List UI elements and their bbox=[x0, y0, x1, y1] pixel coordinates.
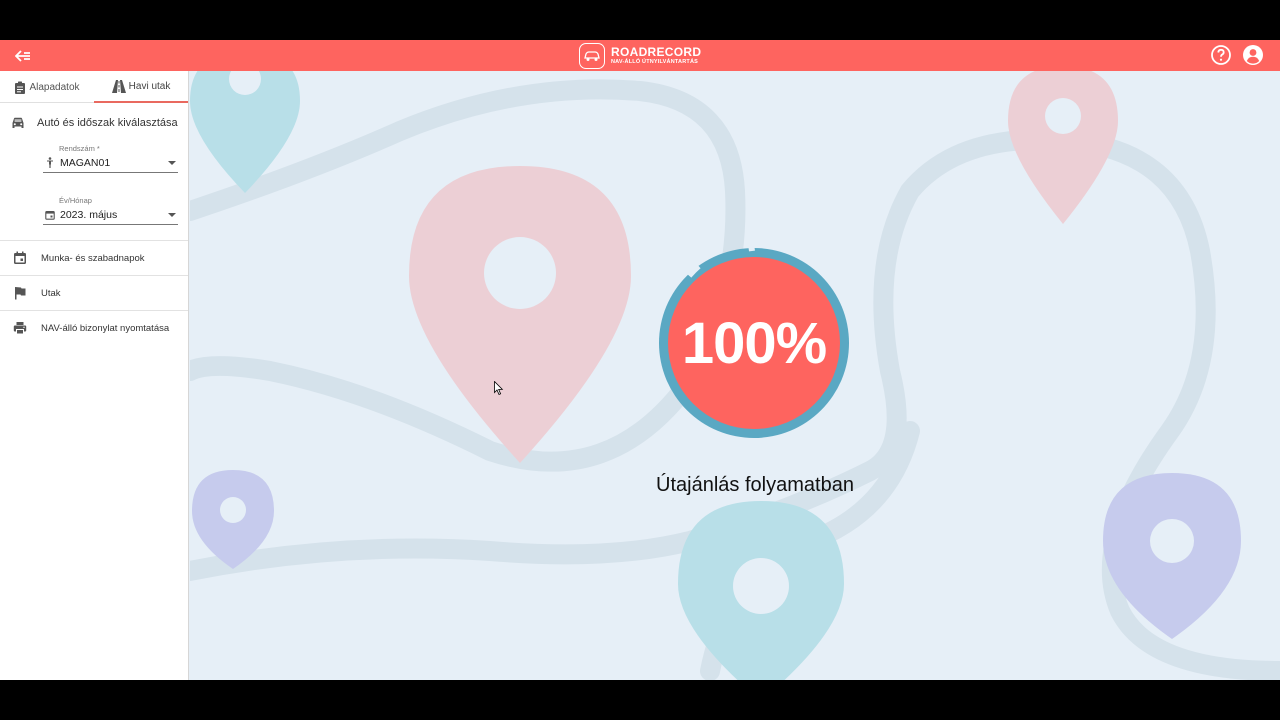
plate-label: Rendszám * bbox=[59, 144, 100, 153]
menu-label: Utak bbox=[41, 287, 61, 299]
logo-title: ROADRECORD bbox=[611, 44, 702, 59]
road-icon bbox=[111, 79, 126, 93]
person-icon bbox=[43, 157, 57, 168]
progress-indicator: 100% bbox=[648, 236, 860, 449]
arrow-back-icon bbox=[15, 50, 30, 62]
help-circle-icon bbox=[1211, 45, 1231, 65]
clipboard-icon bbox=[15, 81, 26, 94]
plate-value: MAGAN01 bbox=[60, 156, 111, 169]
back-button[interactable] bbox=[12, 45, 34, 67]
progress-percent: 100% bbox=[681, 310, 827, 376]
main-content: 100% Útajánlás folyamatban bbox=[190, 71, 1280, 680]
section-title: Autó és időszak kiválasztása bbox=[37, 117, 178, 129]
menu-utak[interactable]: Utak bbox=[0, 275, 188, 310]
tab-alapadatok[interactable]: Alapadatok bbox=[0, 71, 94, 103]
period-value: 2023. május bbox=[60, 208, 118, 221]
printer-icon bbox=[13, 322, 27, 335]
calendar-small-icon bbox=[43, 210, 57, 220]
tab-label: Havi utak bbox=[128, 80, 171, 92]
app-window: ROADRECORD NAV-ÁLLÓ ÚTNYILVÁNTARTÁS Alap… bbox=[0, 40, 1280, 680]
plate-select[interactable]: Rendszám * MAGAN01 bbox=[43, 144, 178, 173]
menu-munka-szabadnapok[interactable]: Munka- és szabadnapok bbox=[0, 240, 188, 275]
calendar-icon bbox=[14, 251, 26, 264]
top-app-bar: ROADRECORD NAV-ÁLLÓ ÚTNYILVÁNTARTÁS bbox=[0, 40, 1280, 71]
chevron-down-icon bbox=[168, 212, 176, 217]
status-message: Útajánlás folyamatban bbox=[656, 474, 854, 496]
tab-label: Alapadatok bbox=[29, 81, 80, 93]
menu-label: NAV-álló bizonylat nyomtatása bbox=[41, 322, 170, 334]
car-icon bbox=[12, 117, 24, 128]
sidebar-tabs: Alapadatok Havi utak bbox=[0, 71, 188, 103]
help-button[interactable] bbox=[1210, 44, 1232, 66]
logo-subtitle: NAV-ÁLLÓ ÚTNYILVÁNTARTÁS bbox=[611, 58, 698, 65]
app-logo: ROADRECORD NAV-ÁLLÓ ÚTNYILVÁNTARTÁS bbox=[579, 41, 701, 70]
account-circle-icon bbox=[1243, 45, 1263, 65]
mouse-cursor-icon bbox=[494, 381, 504, 396]
flag-icon bbox=[15, 287, 26, 300]
car-period-section: Autó és időszak kiválasztása bbox=[0, 103, 188, 143]
menu-nav-allo-nyomtatas[interactable]: NAV-álló bizonylat nyomtatása bbox=[0, 310, 188, 345]
map-pin-teal-bottom bbox=[678, 501, 844, 680]
car-logo-icon bbox=[579, 42, 605, 69]
sidebar: Alapadatok Havi utak Autó és időszak kiv… bbox=[0, 71, 189, 680]
period-select[interactable]: Év/Hónap 2023. május bbox=[43, 196, 178, 225]
chevron-down-icon bbox=[168, 160, 176, 165]
period-label: Év/Hónap bbox=[59, 196, 92, 205]
tab-havi-utak[interactable]: Havi utak bbox=[94, 71, 188, 103]
map-pin-red-small bbox=[1008, 71, 1118, 224]
account-button[interactable] bbox=[1242, 44, 1264, 66]
menu-label: Munka- és szabadnapok bbox=[41, 252, 145, 264]
